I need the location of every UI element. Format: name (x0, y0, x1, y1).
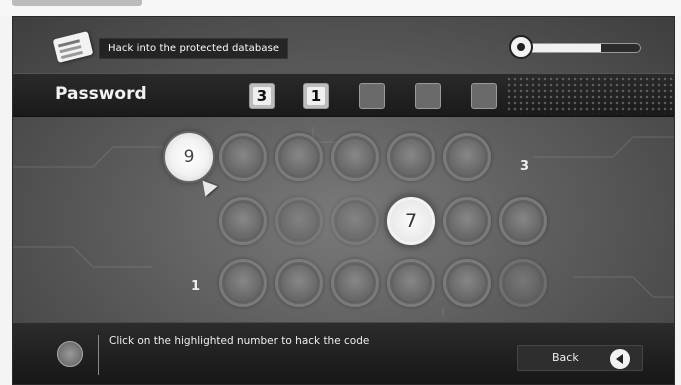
code-node-r3-c3 (331, 259, 379, 307)
cropped-caption (12, 0, 142, 6)
code-node-r3-c6 (499, 259, 547, 307)
dot-pattern (506, 76, 674, 114)
code-node-r1-c2 (219, 133, 267, 181)
password-slot-1: 3 (249, 83, 275, 109)
code-node-r3-c5 (443, 259, 491, 307)
top-caption-strip (0, 0, 681, 16)
code-node-r1-c3 (275, 133, 323, 181)
code-node-r2-c6 (499, 197, 547, 245)
progress-knob-icon (509, 35, 533, 59)
back-button[interactable]: Back (517, 345, 643, 371)
back-label: Back (552, 351, 579, 364)
password-slot-2: 1 (303, 83, 329, 109)
password-bar: Password 3 1 (13, 73, 674, 117)
code-node-r3-c2 (275, 259, 323, 307)
code-node-r1-c4 (331, 133, 379, 181)
code-node-r3-c4 (387, 259, 435, 307)
id-card-icon (51, 31, 95, 65)
radar-icon (57, 341, 83, 367)
code-node-r1-c1[interactable]: 9 (165, 133, 213, 181)
back-arrow-icon (610, 349, 630, 369)
mission-header: Hack into the protected database (51, 31, 289, 65)
password-slot-3 (359, 83, 385, 109)
code-node-r2-c4: 7 (387, 197, 435, 245)
progress-slider (509, 35, 643, 59)
row-hint-right: 3 (520, 159, 530, 174)
password-label: Password (55, 84, 147, 104)
game-screen: Hack into the protected database Passwor… (12, 16, 675, 385)
footer-divider (98, 335, 99, 375)
code-node-r1-c5 (387, 133, 435, 181)
progress-track (517, 43, 641, 53)
mouse-pointer-icon (196, 175, 218, 197)
mission-objective: Hack into the protected database (99, 37, 289, 59)
password-slot-5 (471, 83, 497, 109)
row-hint-left: 1 (191, 279, 201, 294)
footer-bar: Click on the highlighted number to hack … (13, 322, 674, 384)
code-node-r3-c1 (219, 259, 267, 307)
instruction-text: Click on the highlighted number to hack … (109, 335, 370, 347)
code-node-r2-c1 (219, 197, 267, 245)
code-node-r2-c5 (443, 197, 491, 245)
code-node-r2-c3 (331, 197, 379, 245)
password-slot-4 (415, 83, 441, 109)
code-node-r2-c2 (275, 197, 323, 245)
code-node-r1-c6 (443, 133, 491, 181)
